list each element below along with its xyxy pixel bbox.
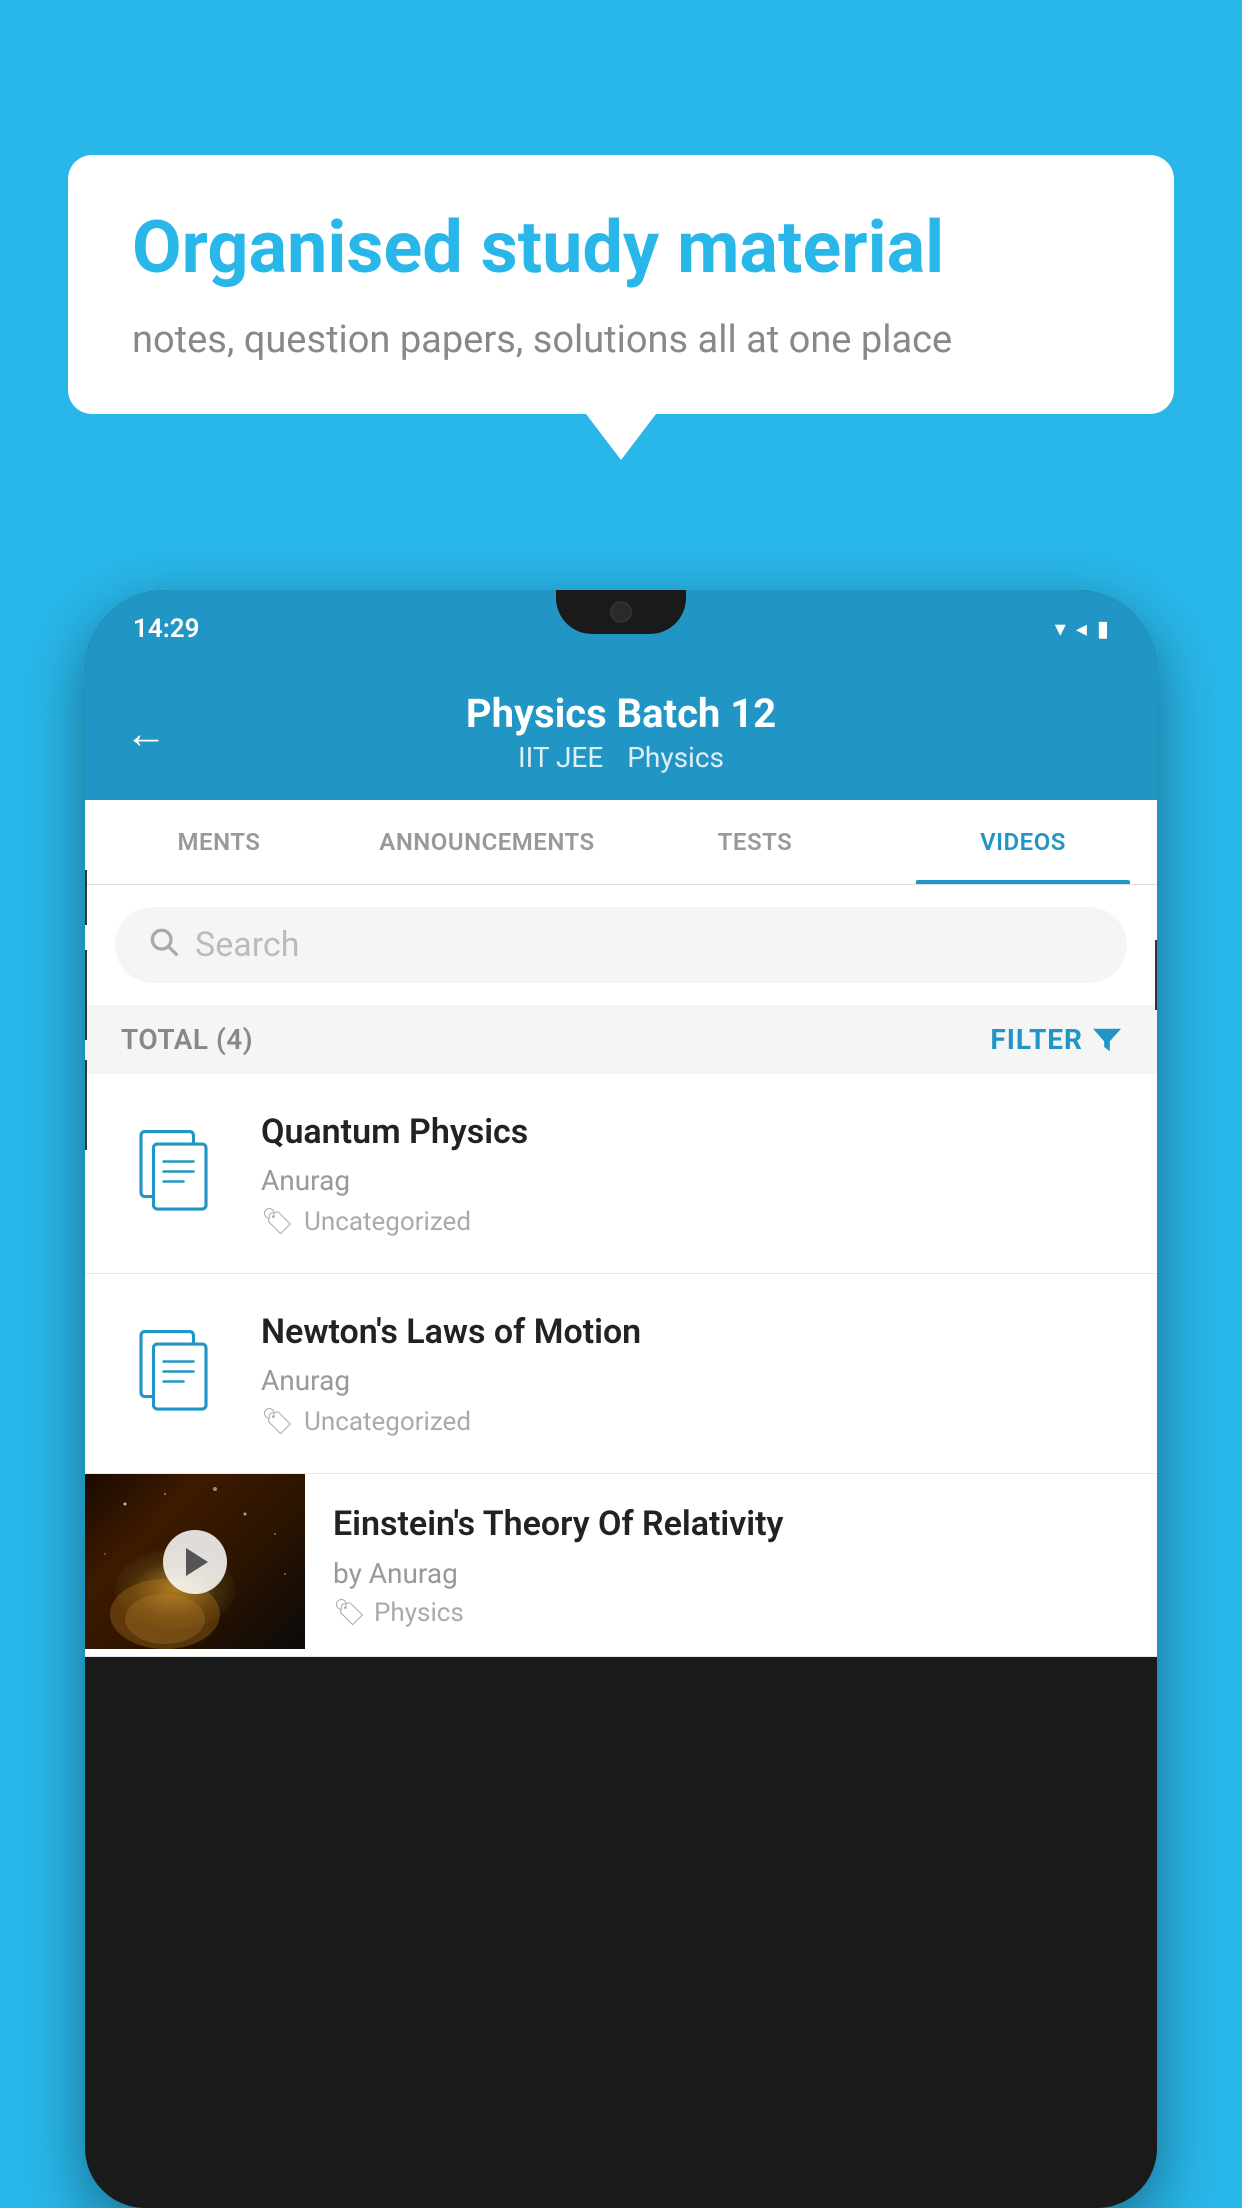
document-icon <box>137 1329 215 1419</box>
header-subtitle: IIT JEE Physics <box>518 741 724 774</box>
tag-label: Uncategorized <box>304 1407 471 1437</box>
phone-frame: 14:29 ▾ ◂ ▮ ← Physics Batch 12 IIT JEE P… <box>85 590 1157 2208</box>
search-bar[interactable]: Search <box>115 907 1127 983</box>
item-info: Quantum Physics Anurag 🏷 Uncategorized <box>261 1110 1121 1237</box>
wifi-icon: ▾ <box>1055 617 1066 642</box>
item-tag: 🏷 Uncategorized <box>261 1207 1121 1237</box>
item-author: by Anurag <box>333 1557 1129 1590</box>
tab-tests[interactable]: TESTS <box>621 800 889 884</box>
header-title: Physics Batch 12 <box>466 690 776 737</box>
list-item[interactable]: Newton's Laws of Motion Anurag 🏷 Uncateg… <box>85 1274 1157 1474</box>
document-icon <box>137 1129 215 1219</box>
tag-label: Physics <box>374 1598 464 1628</box>
front-camera <box>610 601 632 623</box>
list-item[interactable]: Einstein's Theory Of Relativity by Anura… <box>85 1474 1157 1656</box>
back-button[interactable]: ← <box>125 710 167 759</box>
item-title: Quantum Physics <box>261 1110 1121 1154</box>
tag-icon: 🏷 <box>261 1407 294 1437</box>
status-bar: 14:29 ▾ ◂ ▮ <box>85 590 1157 668</box>
play-icon <box>186 1548 208 1576</box>
filter-bar: TOTAL (4) FILTER <box>85 1005 1157 1074</box>
item-info: Newton's Laws of Motion Anurag 🏷 Uncateg… <box>261 1310 1121 1437</box>
item-title: Newton's Laws of Motion <box>261 1310 1121 1354</box>
volume-up-button <box>85 950 87 1040</box>
tag-label: Uncategorized <box>304 1207 471 1237</box>
search-container: Search <box>85 885 1157 1005</box>
item-tag: 🏷 Physics <box>333 1598 1129 1628</box>
signal-icon: ◂ <box>1076 617 1087 642</box>
item-author: Anurag <box>261 1164 1121 1197</box>
power-button <box>1155 940 1157 1010</box>
tag-icon: 🏷 <box>261 1207 294 1237</box>
filter-icon <box>1093 1028 1121 1052</box>
status-icons: ▾ ◂ ▮ <box>1055 617 1109 642</box>
item-thumbnail <box>121 1329 231 1419</box>
speech-bubble-subtext: notes, question papers, solutions all at… <box>132 318 1110 362</box>
header-subtitle-right: Physics <box>627 741 724 774</box>
item-info: Einstein's Theory Of Relativity by Anura… <box>305 1474 1157 1655</box>
speech-bubble: Organised study material notes, question… <box>68 155 1174 414</box>
speech-bubble-container: Organised study material notes, question… <box>68 155 1174 414</box>
video-thumbnail <box>85 1474 305 1649</box>
tabs-bar: MENTS ANNOUNCEMENTS TESTS VIDEOS <box>85 800 1157 885</box>
play-button[interactable] <box>163 1530 227 1594</box>
item-author: Anurag <box>261 1364 1121 1397</box>
tab-ments[interactable]: MENTS <box>85 800 353 884</box>
search-placeholder: Search <box>195 925 299 965</box>
item-tag: 🏷 Uncategorized <box>261 1407 1121 1437</box>
tab-announcements[interactable]: ANNOUNCEMENTS <box>353 800 621 884</box>
filter-label: FILTER <box>990 1023 1083 1056</box>
header-subtitle-left: IIT JEE <box>518 741 603 774</box>
app-header: ← Physics Batch 12 IIT JEE Physics <box>85 668 1157 800</box>
list-item[interactable]: Quantum Physics Anurag 🏷 Uncategorized <box>85 1074 1157 1274</box>
volume-down-button <box>85 1060 87 1150</box>
item-thumbnail <box>121 1129 231 1219</box>
filter-button[interactable]: FILTER <box>990 1023 1121 1056</box>
battery-icon: ▮ <box>1097 617 1109 642</box>
tab-videos[interactable]: VIDEOS <box>889 800 1157 884</box>
tag-icon: 🏷 <box>333 1598 366 1628</box>
item-title: Einstein's Theory Of Relativity <box>333 1502 1129 1546</box>
phone-notch <box>556 590 686 634</box>
total-label: TOTAL (4) <box>121 1023 253 1056</box>
speech-bubble-headline: Organised study material <box>132 207 1110 290</box>
video-list: Quantum Physics Anurag 🏷 Uncategorized <box>85 1074 1157 1657</box>
search-icon <box>147 925 179 965</box>
status-time: 14:29 <box>133 614 200 644</box>
